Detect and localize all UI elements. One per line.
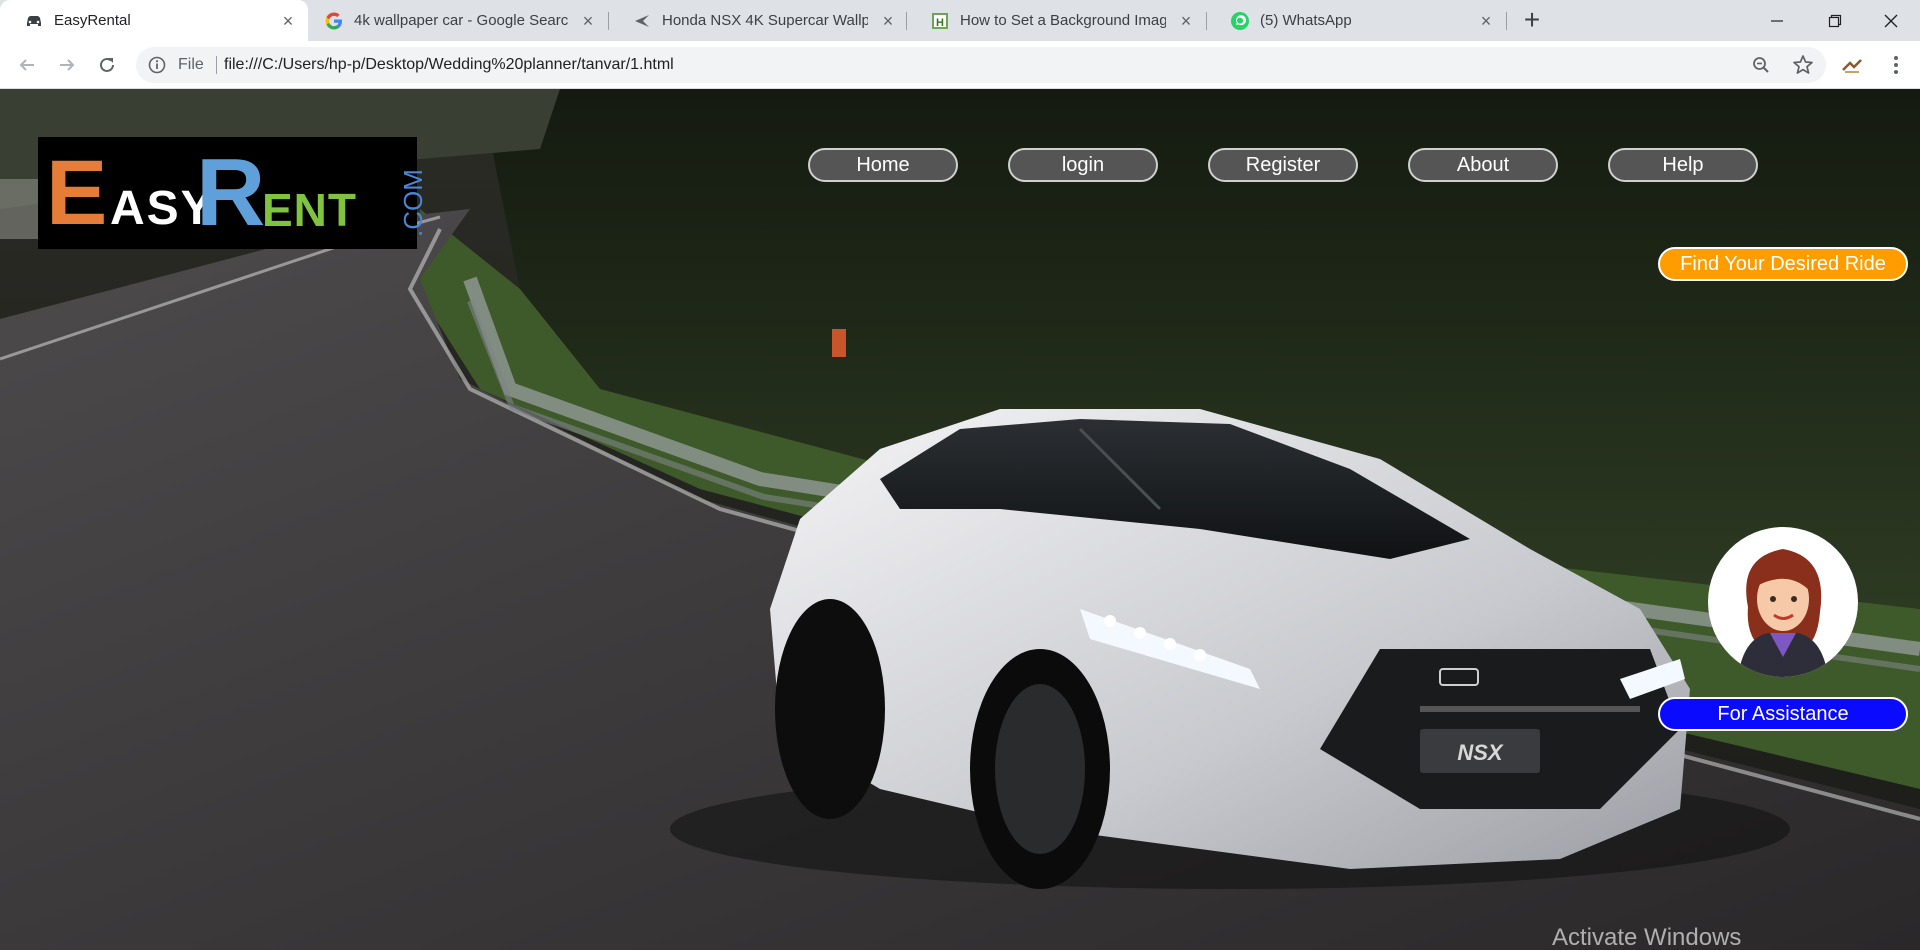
logo-suffix: .COM [398,169,428,237]
tab-title: EasyRental [54,12,131,29]
browser-toolbar: File file:///C:/Users/hp-p/Desktop/Weddi… [0,41,1920,89]
close-icon[interactable]: × [578,11,598,31]
assistant-avatar[interactable] [1708,527,1858,677]
tab-easyrental[interactable]: EasyRental × [0,0,308,41]
browser-menu-button[interactable] [1884,53,1908,77]
tab-separator [1506,12,1507,30]
close-icon[interactable]: × [878,11,898,31]
tab-title: Honda NSX 4K Supercar Wallpap [662,12,868,29]
activate-windows-watermark: Activate Windows [1552,924,1742,950]
close-icon[interactable]: × [278,11,298,31]
logo-text-ent: ENT [262,184,357,236]
nav-register-button[interactable]: Register [1208,148,1358,182]
tab-title: 4k wallpaper car - Google Search [354,12,568,29]
logo-letter-e: E [46,142,108,244]
zoom-out-icon[interactable] [1752,56,1770,74]
extension-icon[interactable] [1840,53,1864,77]
logo-letter-r: R [196,139,266,246]
assistant-woman-icon [1738,549,1828,677]
tab-strip: EasyRental × 4k wallpaper car - Google S… [0,0,1920,41]
tab-whatsapp[interactable]: (5) WhatsApp × [1206,0,1506,41]
tab-background-image[interactable]: H How to Set a Background Image × [906,0,1206,41]
close-window-button[interactable] [1862,0,1920,41]
license-plate-text: NSX [1457,740,1504,765]
h-icon: H [930,11,950,31]
page-viewport: NSX E ASY R ENT .COM Home login Register… [0,89,1920,950]
new-tab-button[interactable]: + [1516,6,1548,36]
car-icon [24,11,44,31]
nav-help-button[interactable]: Help [1608,148,1758,182]
tab-title: How to Set a Background Image [960,12,1166,29]
more-vert-icon [1894,56,1898,74]
close-icon[interactable]: × [1176,11,1196,31]
tab-google-search[interactable]: 4k wallpaper car - Google Search × [300,0,608,41]
back-button[interactable] [12,50,42,80]
jet-icon [632,11,652,31]
restore-icon [1828,14,1842,27]
restore-button[interactable] [1806,0,1864,41]
info-icon[interactable] [148,56,166,74]
bookmark-star-icon[interactable] [1792,54,1814,76]
url-text[interactable]: file:///C:/Users/hp-p/Desktop/Wedding%20… [224,47,674,83]
arrow-left-icon [19,59,34,71]
google-icon [324,11,344,31]
brand-logo[interactable]: E ASY R ENT .COM [38,137,428,249]
whatsapp-icon [1230,11,1250,31]
scheme-label: File [178,56,204,73]
tab-title: (5) WhatsApp [1260,12,1352,29]
arrow-right-icon [60,59,75,71]
minimize-icon [1771,19,1783,22]
find-ride-button[interactable]: Find Your Desired Ride [1658,247,1908,281]
assistance-button[interactable]: For Assistance [1658,697,1908,731]
address-bar[interactable]: File file:///C:/Users/hp-p/Desktop/Weddi… [136,47,1826,83]
divider [216,56,217,74]
reload-icon [100,57,114,72]
close-window-icon [1884,14,1898,27]
svg-text:H: H [936,17,944,29]
nav-home-button[interactable]: Home [808,148,958,182]
minimize-button[interactable] [1748,0,1806,41]
forward-button[interactable] [52,50,82,80]
reload-button[interactable] [92,50,122,80]
tab-honda-nsx[interactable]: Honda NSX 4K Supercar Wallpap × [608,0,908,41]
nav-about-button[interactable]: About [1408,148,1558,182]
nav-login-button[interactable]: login [1008,148,1158,182]
close-icon[interactable]: × [1476,11,1496,31]
